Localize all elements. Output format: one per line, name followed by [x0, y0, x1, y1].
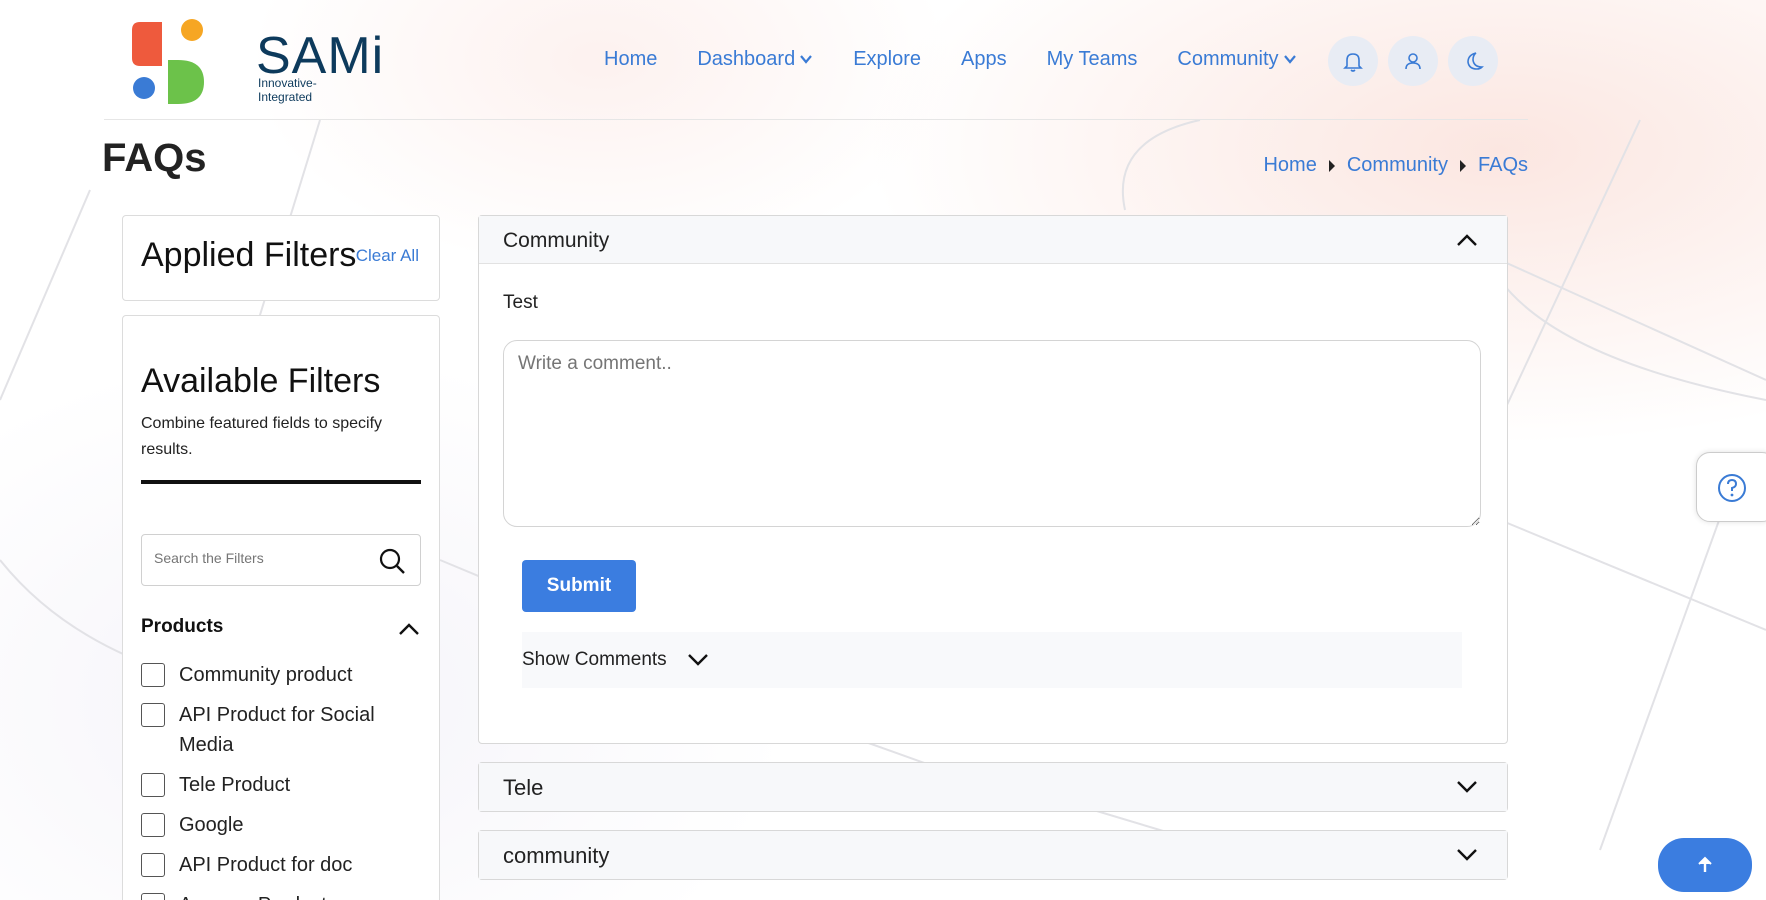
- question-circle-icon: [1718, 474, 1746, 502]
- checkbox-label: Google: [179, 814, 244, 836]
- divider: [141, 480, 421, 484]
- search-icon[interactable]: [378, 547, 406, 575]
- bell-icon: [1343, 53, 1363, 72]
- user-icon: [1405, 53, 1421, 70]
- nav-community[interactable]: Community: [1177, 38, 1296, 80]
- main-nav: Home Dashboard Explore Apps My Teams Com…: [604, 38, 1337, 80]
- nav-community-label: Community: [1177, 47, 1279, 70]
- faq-accordion-closed[interactable]: community: [478, 830, 1508, 880]
- help-button[interactable]: [1696, 452, 1766, 522]
- nav-dashboard-label: Dashboard: [697, 47, 796, 70]
- arrow-up-icon: [1698, 856, 1712, 872]
- faq-answer-text: Test: [503, 292, 538, 313]
- faq-accordion-header[interactable]: Community: [479, 216, 1507, 264]
- faq-accordion-closed[interactable]: Tele: [478, 762, 1508, 812]
- chevron-down-icon: [687, 654, 708, 666]
- breadcrumb-home[interactable]: Home: [1263, 154, 1316, 177]
- product-checkbox-item[interactable]: Community product: [141, 660, 421, 690]
- product-checkbox-item[interactable]: API Product for doc: [141, 850, 421, 880]
- breadcrumb: Home Community FAQs: [1263, 154, 1528, 177]
- faq-question-title: Tele: [503, 775, 544, 800]
- nav-my-teams[interactable]: My Teams: [1047, 38, 1138, 80]
- products-heading: Products: [141, 616, 224, 637]
- brand-tagline: Innovative-Integrated: [258, 76, 317, 104]
- nav-home[interactable]: Home: [604, 38, 657, 80]
- checkbox-label: Community product: [179, 664, 353, 686]
- moon-icon: [1467, 52, 1484, 70]
- filters-description: Combine featured fields to specify resul…: [141, 415, 383, 458]
- caret-right-icon: [1459, 159, 1466, 172]
- available-filters-card: Available Filters Combine featured field…: [122, 315, 440, 900]
- clear-all-link[interactable]: Clear All: [356, 246, 419, 266]
- checkbox[interactable]: [141, 853, 165, 877]
- applied-filters-card: Applied Filters Clear All: [122, 215, 440, 301]
- checkbox-label: API Product for Social Media: [179, 704, 375, 756]
- filter-search-input[interactable]: [154, 550, 374, 566]
- checkbox[interactable]: [141, 703, 165, 727]
- notifications-button[interactable]: [1328, 36, 1378, 86]
- applied-filters-title: Applied Filters: [141, 236, 357, 274]
- show-comments-toggle[interactable]: Show Comments: [522, 632, 1462, 688]
- available-filters-title: Available Filters: [141, 362, 381, 400]
- breadcrumb-community[interactable]: Community: [1347, 154, 1448, 177]
- checkbox-label: API Product for doc: [179, 854, 353, 876]
- filter-search-box: [141, 534, 421, 586]
- nav-dashboard[interactable]: Dashboard: [697, 38, 813, 80]
- show-comments-label: Show Comments: [522, 649, 667, 670]
- checkbox[interactable]: [141, 813, 165, 837]
- chevron-up-icon[interactable]: [397, 621, 421, 637]
- chevron-down-icon: [1283, 55, 1296, 64]
- nav-explore[interactable]: Explore: [853, 38, 921, 80]
- checkbox[interactable]: [141, 663, 165, 687]
- comment-textarea[interactable]: [503, 340, 1481, 527]
- product-checkbox-item[interactable]: API Product for Social Media: [141, 700, 421, 760]
- chevron-up-icon: [1457, 234, 1477, 246]
- logo-mark-icon: [132, 19, 204, 104]
- faq-question-title: Community: [503, 229, 610, 252]
- chevron-down-icon: [800, 55, 813, 64]
- chevron-down-icon: [1457, 849, 1477, 861]
- faq-accordion-body: Test Submit Show Comments: [479, 264, 1507, 743]
- dark-mode-toggle[interactable]: [1448, 36, 1498, 86]
- breadcrumb-faqs[interactable]: FAQs: [1478, 154, 1528, 177]
- top-header: SAMi Innovative-Integrated Home Dashboar…: [104, 0, 1528, 120]
- checkbox-label: Amazon Product: [179, 890, 327, 900]
- sami-logo[interactable]: SAMi Innovative-Integrated: [132, 18, 383, 104]
- product-checkbox-item[interactable]: Amazon Product: [141, 890, 421, 900]
- caret-right-icon: [1328, 159, 1335, 172]
- product-checkbox-item[interactable]: Tele Product: [141, 770, 421, 800]
- faq-accordion-open: Community Test Submit Show Comments: [478, 215, 1508, 744]
- scroll-to-top-button[interactable]: [1658, 838, 1752, 892]
- checkbox[interactable]: [141, 893, 165, 900]
- chevron-down-icon: [1457, 781, 1477, 793]
- profile-button[interactable]: [1388, 36, 1438, 86]
- nav-apps[interactable]: Apps: [961, 38, 1007, 80]
- page-title: FAQs: [102, 136, 207, 180]
- product-checkbox-item[interactable]: Google: [141, 810, 421, 840]
- checkbox[interactable]: [141, 773, 165, 797]
- faq-question-title: community: [503, 843, 610, 868]
- submit-comment-button[interactable]: Submit: [522, 560, 636, 612]
- checkbox-label: Tele Product: [179, 774, 291, 796]
